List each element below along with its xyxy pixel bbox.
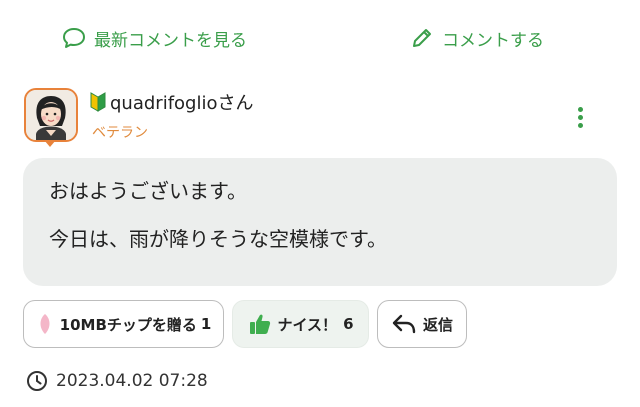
username[interactable]: quadrifoglioさん	[110, 89, 253, 115]
nice-button[interactable]: ナイス！ 6	[232, 300, 369, 348]
tip-label: 10MBチップを贈る	[59, 315, 197, 334]
clock-icon	[27, 371, 47, 391]
reply-label: 返信	[422, 315, 453, 334]
comment-line-2: 今日は、雨が降りそうな空模様です。	[49, 227, 387, 251]
petal-icon	[40, 314, 50, 334]
avatar[interactable]	[24, 88, 78, 142]
avatar-portrait	[26, 90, 76, 140]
timestamp: 2023.04.02 07:28	[56, 371, 208, 391]
timestamp-row: 2023.04.02 07:28	[26, 368, 208, 394]
thumbs-up-icon	[249, 314, 270, 334]
beginner-mark-icon	[90, 92, 106, 112]
top-actions: 最新コメントを見る コメントする	[0, 0, 640, 76]
kebab-menu-icon[interactable]	[570, 103, 592, 131]
nice-count: 6	[343, 315, 354, 333]
speech-bubble-icon	[63, 28, 85, 48]
reply-button[interactable]: 返信	[377, 300, 467, 348]
nice-label: ナイス！	[277, 315, 338, 334]
write-comment-link[interactable]: コメントする	[410, 24, 544, 52]
tip-button[interactable]: 10MBチップを贈る 1	[23, 300, 224, 348]
tip-count: 1	[200, 315, 212, 333]
write-comment-label: コメントする	[442, 30, 544, 51]
reply-arrow-icon	[392, 314, 416, 334]
pencil-icon	[413, 29, 431, 47]
view-latest-comments-link[interactable]: 最新コメントを見る	[62, 24, 247, 52]
comment-body: おはようございます。 今日は、雨が降りそうな空模様です。	[23, 158, 617, 286]
avatar-pointer	[44, 140, 56, 147]
comment-line-1: おはようございます。	[49, 179, 247, 203]
view-latest-comments-label: 最新コメントを見る	[94, 30, 247, 51]
user-row: quadrifoglioさん	[90, 90, 253, 114]
rank-label: ベテラン	[92, 125, 148, 141]
